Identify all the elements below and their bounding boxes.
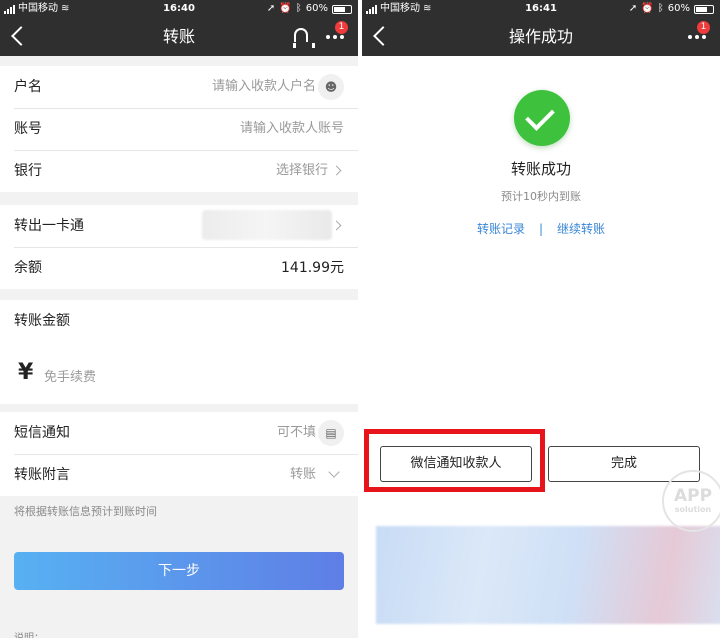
amount-section: 转账金额 ¥ 免手续费 bbox=[0, 300, 358, 404]
amount-input[interactable]: 免手续费 bbox=[44, 366, 96, 385]
nav-bar: 操作成功 1 bbox=[362, 18, 720, 56]
watermark-main: APP bbox=[673, 486, 713, 506]
continue-transfer-link[interactable]: 继续转账 bbox=[557, 222, 605, 236]
balance-value: 141.99元 bbox=[281, 260, 344, 276]
alarm-icon: ⏰ bbox=[641, 3, 654, 14]
status-bar: 中国移动 ≋ 16:40 ➚ ⏰ ᛒ 60% bbox=[0, 0, 358, 18]
account-row[interactable]: 账号 请输入收款人账号 bbox=[0, 108, 358, 150]
battery-percent: 60% bbox=[667, 3, 690, 14]
contact-icon[interactable]: ☻ bbox=[318, 74, 344, 100]
card-number-blurred bbox=[202, 210, 332, 240]
success-title: 转账成功 bbox=[510, 160, 571, 178]
payee-name-row[interactable]: 户名 请输入收款人户名 ☻ bbox=[0, 66, 358, 108]
account-input[interactable]: 请输入收款人账号 bbox=[240, 108, 344, 150]
balance-row: 余额 141.99元 bbox=[0, 247, 358, 289]
app-solution-watermark: APP solution bbox=[662, 470, 720, 532]
account-label: 账号 bbox=[14, 121, 42, 137]
transfer-records-link[interactable]: 转账记录 bbox=[477, 222, 525, 236]
alarm-icon: ⏰ bbox=[279, 3, 292, 14]
action-links: 转账记录 | 继续转账 bbox=[362, 220, 720, 237]
extras-group: 短信通知 可不填 ▤ 转账附言 转账 bbox=[0, 412, 358, 496]
card-row[interactable]: 转出一卡通 bbox=[0, 205, 358, 247]
battery-icon bbox=[694, 4, 714, 14]
bank-select[interactable]: 选择银行 bbox=[276, 150, 328, 192]
promo-banner-blurred[interactable] bbox=[376, 526, 720, 624]
source-group: 转出一卡通 余额 141.99元 bbox=[0, 205, 358, 289]
status-bar: 中国移动 ≋ 16:41 ➚ ⏰ ᛒ 60% bbox=[362, 0, 720, 18]
arrival-estimate: 预计10秒内到账 bbox=[501, 190, 581, 203]
payee-group: 户名 请输入收款人户名 ☻ 账号 请输入收款人账号 银行 选择银行 bbox=[0, 66, 358, 192]
bank-label: 银行 bbox=[14, 163, 42, 179]
payee-name-label: 户名 bbox=[14, 79, 42, 95]
page-title: 操作成功 bbox=[508, 27, 573, 46]
sms-input[interactable]: 可不填 bbox=[277, 412, 316, 454]
payee-name-input[interactable]: 请输入收款人户名 bbox=[212, 66, 316, 108]
chevron-right-icon bbox=[331, 165, 342, 176]
highlight-annotation bbox=[364, 429, 545, 492]
amount-label: 转账金额 bbox=[14, 313, 70, 329]
note-label: 说明： bbox=[14, 629, 44, 638]
battery-percent: 60% bbox=[305, 3, 328, 14]
nav-bar: 转账 1 bbox=[0, 18, 358, 56]
bank-row[interactable]: 银行 选择银行 bbox=[0, 150, 358, 192]
battery-icon bbox=[332, 4, 352, 14]
transfer-screen: 中国移动 ≋ 16:40 ➚ ⏰ ᛒ 60% 转账 1 户名 请输入收款人户名 … bbox=[0, 0, 358, 638]
more-icon[interactable] bbox=[326, 35, 344, 39]
next-step-button[interactable]: 下一步 bbox=[14, 552, 344, 590]
headset-icon[interactable] bbox=[293, 28, 315, 48]
watermark-sub: solution bbox=[674, 505, 712, 514]
memo-row[interactable]: 转账附言 转账 bbox=[0, 454, 358, 496]
sms-row[interactable]: 短信通知 可不填 ▤ bbox=[0, 412, 358, 454]
arrival-hint: 将根据转账信息预计到账时间 bbox=[14, 505, 157, 518]
status-right: ➚ ⏰ ᛒ 60% bbox=[267, 0, 352, 18]
chevron-right-icon bbox=[331, 220, 342, 231]
balance-label: 余额 bbox=[14, 260, 42, 276]
memo-input[interactable]: 转账 bbox=[290, 454, 316, 496]
bluetooth-icon: ᛒ bbox=[295, 3, 302, 14]
card-label: 转出一卡通 bbox=[14, 218, 84, 234]
memo-label: 转账附言 bbox=[14, 467, 70, 483]
location-icon: ➚ bbox=[628, 3, 638, 14]
link-separator: | bbox=[538, 222, 544, 236]
sms-label: 短信通知 bbox=[14, 425, 70, 441]
notification-badge: 1 bbox=[335, 21, 348, 34]
phonebook-icon[interactable]: ▤ bbox=[318, 420, 344, 446]
chevron-down-icon[interactable] bbox=[328, 466, 340, 478]
yen-icon: ¥ bbox=[18, 360, 34, 385]
success-screen: 中国移动 ≋ 16:41 ➚ ⏰ ᛒ 60% 操作成功 1 转账成功 预计10秒… bbox=[362, 0, 720, 638]
more-icon[interactable] bbox=[688, 35, 706, 39]
checkmark-icon bbox=[514, 90, 570, 146]
bluetooth-icon: ᛒ bbox=[657, 3, 664, 14]
status-right: ➚ ⏰ ᛒ 60% bbox=[629, 0, 714, 18]
location-icon: ➚ bbox=[266, 3, 276, 14]
notification-badge: 1 bbox=[697, 21, 710, 34]
